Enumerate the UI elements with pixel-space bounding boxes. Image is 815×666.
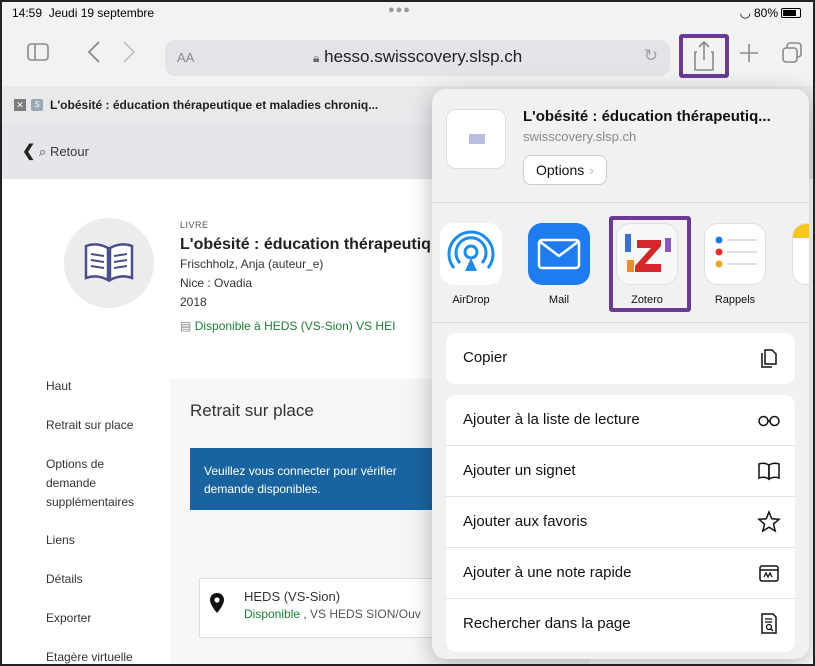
app-label-airdrop: AirDrop [452, 294, 490, 306]
action-label: Ajouter à la liste de lecture [463, 411, 640, 428]
record-type: LIVRE [180, 220, 209, 230]
airdrop-icon [440, 223, 502, 285]
app-label-notes: N [788, 294, 809, 306]
divider [432, 202, 809, 203]
sidenav-item-options-1[interactable]: Options de [46, 457, 104, 471]
share-title: L'obésité : éducation thérapeutiq... [523, 108, 771, 125]
app-airdrop[interactable]: AirDrop [436, 223, 506, 306]
book-icon [758, 462, 780, 481]
book-type-icon [64, 218, 154, 308]
action-label: Copier [463, 349, 508, 366]
find-in-page-icon [761, 613, 777, 634]
app-label-mail: Mail [548, 294, 570, 306]
actions-group: Ajouter à la liste de lecture Ajouter un… [446, 395, 795, 652]
reload-icon[interactable]: ↻ [644, 46, 658, 66]
action-label: Ajouter aux favoris [463, 513, 588, 530]
battery-status: ◡ 80% [740, 5, 801, 21]
zotero-highlight-frame [609, 216, 691, 312]
app-label-rappels: Rappels [714, 294, 756, 306]
page-thumbnail [446, 109, 506, 169]
sidenav-item-etagere[interactable]: Etagère virtuelle [46, 650, 133, 664]
mail-icon [528, 223, 590, 285]
divider [432, 322, 809, 323]
reminders-icon [704, 223, 766, 285]
close-tab-icon[interactable]: ✕ [14, 99, 26, 111]
quick-note-icon [759, 565, 779, 582]
new-tab-icon[interactable] [738, 42, 760, 64]
action-copy[interactable]: Copier [446, 333, 795, 384]
wifi-icon: ◡ [739, 5, 751, 20]
record-author: Frischholz, Anja (auteur_e) [180, 257, 324, 271]
action-label: Ajouter à une note rapide [463, 564, 632, 581]
record-year: 2018 [180, 295, 207, 309]
battery-percent: 80% [753, 6, 778, 20]
chevron-left-icon: ❮ [22, 143, 36, 160]
sidebar-icon[interactable] [26, 40, 50, 64]
sidenav-item-haut[interactable]: Haut [46, 379, 71, 393]
glasses-icon [758, 415, 780, 427]
battery-icon [781, 8, 801, 18]
tab-title[interactable]: L'obésité : éducation thérapeutique et m… [50, 98, 378, 112]
share-domain: swisscovery.slsp.ch [523, 129, 637, 144]
book-small-icon: ▤ [180, 319, 192, 333]
notes-icon [792, 223, 809, 285]
tabs-overview-icon[interactable] [781, 41, 803, 65]
action-bookmark[interactable]: Ajouter un signet [446, 446, 795, 497]
url-text: 🔒︎ hesso.swisscovery.slsp.ch [313, 47, 523, 66]
availability-link[interactable]: ▤ Disponible à HEDS (VS-Sion) VS HEI [180, 317, 450, 336]
action-reading-list[interactable]: Ajouter à la liste de lecture [446, 395, 795, 446]
back-label: Retour [49, 144, 89, 159]
record-publisher: Nice : Ovadia [180, 276, 253, 290]
app-notes[interactable]: N [788, 223, 809, 306]
action-label: Rechercher dans la page [463, 615, 631, 632]
app-rappels[interactable]: Rappels [700, 223, 770, 306]
app-mail[interactable]: Mail [524, 223, 594, 306]
multitask-dots[interactable]: ●●● [388, 4, 411, 16]
sidenav-item-details[interactable]: Détails [46, 572, 83, 586]
location-status: Disponible , VS HEDS SION/Ouv [244, 607, 421, 621]
sidenav-item-retrait[interactable]: Retrait sur place [46, 418, 133, 432]
share-sheet: L'obésité : éducation thérapeutiq... swi… [432, 89, 809, 659]
browser-toolbar: AA 🔒︎ hesso.swisscovery.slsp.ch ↻ [2, 24, 813, 86]
sidenav-item-liens[interactable]: Liens [46, 533, 75, 547]
star-icon [757, 510, 781, 533]
copy-group: Copier [446, 333, 795, 384]
lock-icon: 🔒︎ [313, 51, 320, 65]
search-icon: ⌕ [39, 144, 47, 159]
chevron-right-icon: › [589, 162, 594, 178]
share-sheet-header: L'obésité : éducation thérapeutiq... swi… [432, 89, 809, 204]
forward-arrow-icon[interactable] [122, 40, 136, 64]
record-details: LIVRE L'obésité : éducation thérapeutiqu… [180, 216, 450, 336]
status-bar: 14:59 Jeudi 19 septembre ●●● ◡ 80% [2, 2, 813, 24]
sidenav-item-options-3[interactable]: supplémentaires [46, 495, 134, 509]
text-size-button[interactable]: AA [177, 50, 194, 65]
map-pin-icon [210, 593, 224, 613]
sidenav-item-exporter[interactable]: Exporter [46, 611, 91, 625]
back-link[interactable]: ❮ ⌕ Retour [22, 141, 89, 161]
share-icon [694, 40, 714, 71]
options-button[interactable]: Options › [523, 155, 607, 185]
back-arrow-icon[interactable] [87, 40, 101, 64]
copy-icon [761, 349, 777, 368]
action-find-in-page[interactable]: Rechercher dans la page [446, 599, 795, 650]
action-label: Ajouter un signet [463, 462, 576, 479]
action-favorites[interactable]: Ajouter aux favoris [446, 497, 795, 548]
ipad-screen: 14:59 Jeudi 19 septembre ●●● ◡ 80% AA 🔒︎… [0, 0, 815, 666]
site-favicon: S [31, 99, 43, 111]
location-name: HEDS (VS-Sion) [244, 589, 341, 604]
share-button[interactable] [679, 34, 729, 78]
sidenav-item-options-2[interactable]: demande [46, 476, 96, 490]
status-time: 14:59 Jeudi 19 septembre [12, 6, 155, 20]
action-quick-note[interactable]: Ajouter à une note rapide [446, 548, 795, 599]
pickup-heading: Retrait sur place [190, 401, 314, 420]
record-title[interactable]: L'obésité : éducation thérapeutique [180, 235, 450, 255]
address-bar[interactable]: AA 🔒︎ hesso.swisscovery.slsp.ch ↻ [165, 40, 670, 76]
